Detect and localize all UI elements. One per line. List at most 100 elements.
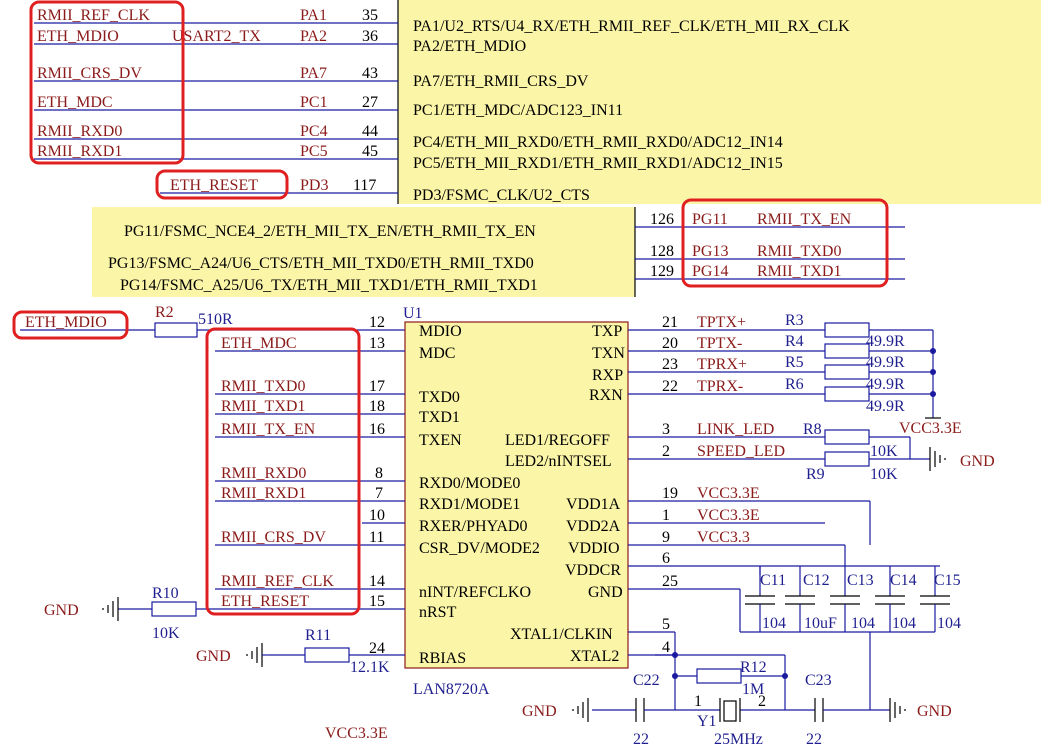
value-label: 22	[806, 731, 822, 744]
value-label: 10K	[152, 625, 180, 642]
ref-label: C22	[633, 672, 660, 689]
value-label: 49.9R	[866, 398, 905, 415]
value-label: 25MHz	[714, 731, 763, 744]
pin-name: GND	[588, 584, 623, 601]
pin-number: 20	[662, 335, 678, 352]
resistor-r6	[824, 386, 870, 402]
value-label: 49.9R	[866, 376, 905, 393]
ref-label: C15	[934, 572, 961, 589]
value-label: 49.9R	[866, 333, 905, 350]
net-label: LINK_LED	[697, 421, 774, 438]
value-label: 510R	[198, 311, 233, 328]
pin-function: PC1/ETH_MDC/ADC123_IN11	[413, 102, 623, 119]
chip-left-pin-numbers: 12 13 17 18 16 8 7 10 11 14 15 24	[369, 314, 385, 657]
pin-number: 36	[362, 28, 378, 45]
resistor-r10	[151, 601, 197, 617]
pin-name: MDIO	[419, 323, 462, 340]
ref-label: C11	[760, 572, 786, 589]
pin-name: LED1/REGOFF	[505, 432, 610, 449]
ref-label: R2	[155, 304, 174, 321]
pin-name: nRST	[419, 604, 457, 621]
pin-name: TXD0	[419, 389, 460, 406]
net-label: SPEED_LED	[697, 443, 785, 460]
pin-name: VDDIO	[568, 540, 620, 557]
value-label: 12.1K	[350, 659, 390, 676]
net-label: RMII_REF_CLK	[37, 7, 150, 24]
pin-function: PA1/U2_RTS/U4_RX/ETH_RMII_REF_CLK/ETH_MI…	[413, 18, 850, 35]
ref-label: Y1	[697, 713, 717, 730]
net-label: RMII_RXD1	[221, 485, 306, 502]
net-label: ETH_MDIO	[37, 28, 119, 45]
pin-name: RXER/PHYAD0	[419, 518, 527, 535]
value-label: 10uF	[804, 615, 837, 632]
value-label: 104	[851, 615, 875, 632]
pad-name: PG11	[692, 211, 728, 228]
value-label: 22	[633, 731, 649, 744]
pin-number: 21	[662, 314, 678, 331]
pin-number: 128	[650, 243, 674, 260]
power-label: VCC3.3E	[325, 725, 388, 742]
value-label: 10K	[870, 466, 898, 483]
pin-number: 11	[369, 529, 384, 546]
pin-name: LED2/nINTSEL	[505, 453, 612, 470]
chip-left-net-labels: ETH_MDC RMII_TXD0 RMII_TXD1 RMII_TX_EN R…	[221, 335, 334, 610]
pad-name: PA1	[300, 7, 327, 24]
net-label: TPTX+	[697, 314, 746, 331]
pin-number: 10	[369, 507, 385, 524]
ref-label: R8	[803, 421, 822, 438]
crystal-circuit: R12 1M 1 2 Y1 25MHz C22 22 C23 22	[592, 632, 890, 744]
alt-function-label: USART2_TX	[172, 28, 261, 45]
net-label: VCC3.3E	[697, 485, 760, 502]
pin-number: 27	[362, 94, 378, 111]
pin-number: 45	[362, 143, 378, 160]
pin-name: CSR_DV/MODE2	[419, 540, 540, 557]
ref-label: C23	[805, 672, 832, 689]
ref-label: R6	[785, 376, 804, 393]
ref-label: R10	[152, 585, 179, 602]
pad-name: PA7	[300, 65, 327, 82]
pin-name: RXD0/MODE0	[419, 475, 520, 492]
net-label: RMII_TXD1	[757, 263, 841, 280]
pin-function: PC4/ETH_MII_RXD0/ETH_RMII_RXD0/ADC12_IN1…	[413, 134, 783, 151]
pin-number: 1	[662, 507, 670, 524]
chip-part: LAN8720A	[413, 681, 490, 698]
pin-name: XTAL1/CLKIN	[510, 626, 613, 643]
resistor-r5	[824, 364, 870, 380]
ref-label: C14	[890, 572, 917, 589]
ref-label: C12	[803, 572, 830, 589]
resistor-r9	[824, 451, 870, 467]
net-label: RMII_TXD0	[221, 378, 305, 395]
net-label: VCC3.3	[697, 529, 750, 546]
pin-number: 2	[758, 693, 766, 710]
pin-name: TXN	[592, 345, 625, 362]
mdio-input: ETH_MDIO R2 510R	[20, 304, 405, 338]
net-label: TPRX+	[697, 356, 747, 373]
net-label: RMII_CRS_DV	[37, 65, 142, 82]
resistor-r8	[824, 429, 870, 445]
net-label: ETH_MDIO	[25, 314, 107, 331]
ref-label: R9	[806, 466, 825, 483]
pin-name: MDC	[419, 345, 455, 362]
chip-right-pin-numbers: 21 20 23 22 3 2 19 1 9 6 25 5 4	[662, 314, 678, 656]
net-label: RMII_CRS_DV	[221, 529, 326, 546]
ref-label: R11	[305, 627, 331, 644]
pin-name: RBIAS	[419, 650, 466, 667]
pin-number: 6	[662, 550, 670, 567]
gnd-label: GND	[196, 648, 231, 665]
ref-label: C13	[847, 572, 874, 589]
net-label: RMII_TXD0	[757, 243, 841, 260]
pin-name: RXP	[592, 367, 623, 384]
pin-number: 8	[375, 465, 383, 482]
value-label: 49.9R	[866, 354, 905, 371]
power-label: VCC3.3E	[899, 420, 962, 437]
pin-function: PA2/ETH_MDIO	[413, 38, 526, 55]
pin-number: 25	[662, 573, 678, 590]
pin-number: 17	[369, 378, 385, 395]
gnd-symbol: GND	[196, 643, 270, 667]
schematic-canvas: RMII_REF_CLK ETH_MDIO USART2_TX RMII_CRS…	[12, 0, 1041, 744]
net-label: VCC3.3E	[697, 507, 760, 524]
ref-label: R3	[785, 312, 804, 329]
pin-number: 22	[662, 378, 678, 395]
pin-function: PG14/FSMC_A25/U6_TX/ETH_MII_TXD1/ETH_RMI…	[120, 277, 538, 294]
pin-number: 18	[369, 398, 385, 415]
